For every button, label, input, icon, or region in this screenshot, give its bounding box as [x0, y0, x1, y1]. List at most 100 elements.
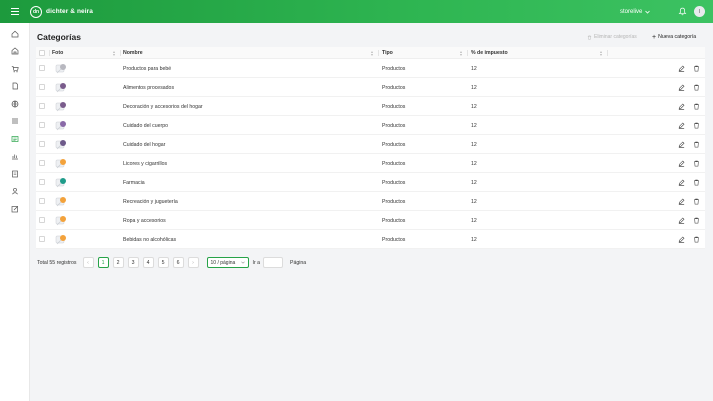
edit-icon[interactable] [678, 103, 685, 110]
table-row[interactable]: Alimentos procesados Productos 12 [36, 78, 705, 97]
avatar[interactable]: I [694, 6, 705, 17]
category-image [55, 140, 66, 150]
catalog-icon[interactable] [9, 133, 21, 145]
total-records: Total 55 registros [37, 259, 77, 266]
edit-icon[interactable] [678, 236, 685, 243]
trash-icon[interactable] [693, 179, 700, 186]
trash-icon[interactable] [693, 65, 700, 72]
page-button[interactable]: 2 [112, 257, 124, 268]
table-row[interactable]: Licores y cigarrillos Productos 12 [36, 154, 705, 173]
user-icon[interactable] [9, 185, 21, 197]
column-header-photo[interactable]: Foto [52, 47, 63, 59]
edit-icon[interactable] [678, 160, 685, 167]
page-list: 123456 [97, 257, 188, 268]
row-checkbox[interactable] [39, 236, 45, 242]
trash-icon[interactable] [693, 103, 700, 110]
category-type: Productos [382, 217, 406, 224]
menu-icon[interactable] [0, 0, 30, 23]
sidebar [0, 23, 30, 401]
edit-icon[interactable] [9, 203, 21, 215]
category-tax: 12 [471, 179, 477, 186]
store-name: storelive [620, 8, 643, 15]
category-type: Productos [382, 236, 406, 243]
table-header: Foto ▴ ▾ Nombre ▴ ▾ Tipo ▴ ▾ % de impuesto … [36, 47, 705, 59]
sort-icon[interactable]: ▴ ▾ [371, 50, 373, 57]
table-row[interactable]: Ropa y accesorios Productos 12 [36, 211, 705, 230]
edit-icon[interactable] [678, 65, 685, 72]
cart-icon[interactable] [9, 63, 21, 75]
category-name: Alimentos procesados [123, 84, 175, 91]
edit-icon[interactable] [678, 179, 685, 186]
trash-icon[interactable] [693, 217, 700, 224]
next-page-button[interactable]: › [187, 257, 199, 268]
categories-table: Foto ▴ ▾ Nombre ▴ ▾ Tipo ▴ ▾ % de impuesto … [36, 47, 705, 249]
top-bar: dn dichter & neira storelive I [0, 0, 713, 23]
category-image [55, 159, 66, 169]
category-type: Productos [382, 160, 406, 167]
row-checkbox[interactable] [39, 141, 45, 147]
sort-icon[interactable]: ▴ ▾ [460, 50, 462, 57]
prev-page-button[interactable]: ‹ [82, 257, 94, 268]
trash-icon[interactable] [693, 141, 700, 148]
globe-icon[interactable] [9, 98, 21, 110]
table-row[interactable]: Bebidas no alcohólicas Productos 12 [36, 230, 705, 249]
sort-icon[interactable]: ▴ ▾ [600, 50, 602, 57]
row-checkbox[interactable] [39, 179, 45, 185]
row-checkbox[interactable] [39, 103, 45, 109]
page-button[interactable]: 1 [97, 257, 109, 268]
delete-categories-button[interactable]: Eliminar categorías [587, 34, 637, 40]
home-icon[interactable] [9, 28, 21, 40]
category-tax: 12 [471, 103, 477, 110]
page-button[interactable]: 3 [127, 257, 139, 268]
category-tax: 12 [471, 122, 477, 129]
bell-icon[interactable] [678, 7, 687, 16]
category-name: Cuidado del hogar [123, 141, 166, 148]
page-button[interactable]: 5 [157, 257, 169, 268]
row-checkbox[interactable] [39, 122, 45, 128]
table-body: Productos para bebé Productos 12 Alimentos … [36, 59, 705, 249]
page-button[interactable]: 4 [142, 257, 154, 268]
trash-icon[interactable] [693, 122, 700, 129]
select-all-checkbox[interactable] [39, 50, 45, 56]
category-image [55, 102, 66, 112]
row-checkbox[interactable] [39, 160, 45, 166]
new-category-button[interactable]: + Nueva categoría [652, 34, 696, 41]
edit-icon[interactable] [678, 141, 685, 148]
trash-icon[interactable] [693, 236, 700, 243]
row-checkbox[interactable] [39, 217, 45, 223]
chevron-down-icon [240, 261, 245, 264]
category-image [55, 64, 66, 74]
report-icon[interactable] [9, 168, 21, 180]
page-size-select[interactable]: 10 / página [206, 257, 249, 268]
store-icon[interactable] [9, 45, 21, 57]
trash-icon[interactable] [693, 198, 700, 205]
row-checkbox[interactable] [39, 65, 45, 71]
row-checkbox[interactable] [39, 198, 45, 204]
edit-icon[interactable] [678, 217, 685, 224]
edit-icon[interactable] [678, 84, 685, 91]
category-image [55, 121, 66, 131]
table-row[interactable]: Recreación y juguetería Productos 12 [36, 192, 705, 211]
brand-logo[interactable]: dn dichter & neira [30, 5, 93, 18]
list-icon[interactable] [9, 115, 21, 127]
column-header-tax[interactable]: % de impuesto [471, 47, 508, 59]
goto-page-input[interactable] [263, 257, 284, 268]
table-row[interactable]: Cuidado del hogar Productos 12 [36, 135, 705, 154]
store-selector[interactable]: storelive [620, 0, 651, 23]
table-row[interactable]: Cuidado del cuerpo Productos 12 [36, 116, 705, 135]
column-header-name[interactable]: Nombre [123, 47, 143, 59]
page-button[interactable]: 6 [172, 257, 184, 268]
table-row[interactable]: Productos para bebé Productos 12 [36, 59, 705, 78]
sort-icon[interactable]: ▴ ▾ [113, 50, 115, 57]
document-icon[interactable] [9, 80, 21, 92]
category-image [55, 235, 66, 245]
table-row[interactable]: Decoración y accesorios del hogar Product… [36, 97, 705, 116]
trash-icon[interactable] [693, 160, 700, 167]
table-row[interactable]: Farmacia Productos 12 [36, 173, 705, 192]
edit-icon[interactable] [678, 198, 685, 205]
column-header-type[interactable]: Tipo [382, 47, 393, 59]
row-checkbox[interactable] [39, 84, 45, 90]
edit-icon[interactable] [678, 122, 685, 129]
chart-icon[interactable] [9, 150, 21, 162]
trash-icon[interactable] [693, 84, 700, 91]
